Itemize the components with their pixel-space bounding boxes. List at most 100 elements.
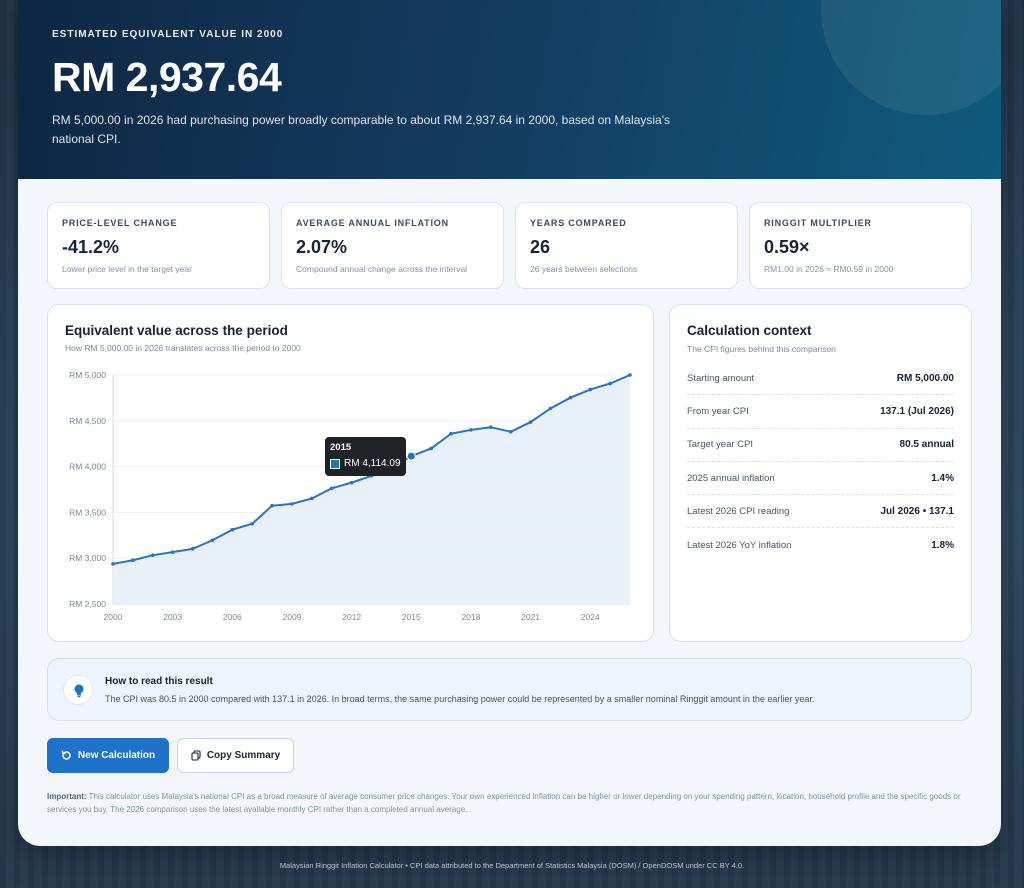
chart-tooltip: 2015 RM 4,114.09 xyxy=(325,437,406,476)
stat-sub: Lower price level in the target year xyxy=(62,264,192,274)
data-point xyxy=(568,395,573,400)
x-tick-label: 2024 xyxy=(581,612,600,622)
how-to-read-box: How to read this result The CPI was 80.5… xyxy=(47,658,972,721)
context-label: Latest 2026 CPI reading xyxy=(687,505,790,517)
data-point xyxy=(310,496,314,501)
context-label: Target year CPI xyxy=(687,439,753,451)
data-point xyxy=(290,502,294,506)
info-icon-circle xyxy=(63,675,93,705)
stat-value: 26 xyxy=(530,237,551,257)
data-point xyxy=(190,547,195,551)
y-tick-label: RM 3,500 xyxy=(69,507,106,517)
equivalent-value: RM 2,937.64 xyxy=(52,54,282,100)
context-label: Starting amount xyxy=(687,372,755,384)
data-point xyxy=(508,429,513,434)
tooltip-swatch xyxy=(330,458,340,469)
disclaimer-text: This calculator uses Malaysia's national… xyxy=(47,792,961,814)
data-point xyxy=(111,562,115,566)
disclaimer: Important: This calculator uses Malaysia… xyxy=(47,790,972,816)
context-row-latest-cpi: Latest 2026 CPI reading Jul 2026 • 137.1 xyxy=(687,495,954,529)
data-point xyxy=(250,521,254,526)
y-tick-label: RM 4,000 xyxy=(69,462,106,472)
stat-label: AVERAGE ANNUAL INFLATION xyxy=(296,218,449,228)
data-point xyxy=(210,538,215,543)
context-label: 2025 annual inflation xyxy=(687,472,775,484)
context-value: 1.8% xyxy=(931,539,954,551)
chart-title: Equivalent value across the period xyxy=(65,323,288,338)
footer-attribution: Malaysian Ringgit Inflation Calculator •… xyxy=(279,861,745,870)
stat-label: PRICE-LEVEL CHANGE xyxy=(62,218,178,228)
context-row-starting-amount: Starting amount RM 5,000.00 xyxy=(687,362,954,396)
stat-average-inflation: AVERAGE ANNUAL INFLATION 2.07% Compound … xyxy=(281,202,504,289)
x-tick-label: 2018 xyxy=(461,612,480,622)
x-tick-label: 2009 xyxy=(283,612,302,622)
data-point xyxy=(329,486,334,491)
info-text: The CPI was 80.5 in 2000 compared with 1… xyxy=(105,694,815,704)
new-calculation-button[interactable]: New Calculation xyxy=(47,738,169,773)
tooltip-year: 2015 xyxy=(330,442,352,453)
copy-summary-label: Copy Summary xyxy=(206,750,281,761)
data-point xyxy=(131,558,135,563)
data-point xyxy=(608,381,612,386)
y-tick-label: RM 3,000 xyxy=(69,553,106,563)
x-tick-label: 2012 xyxy=(342,612,361,622)
data-point xyxy=(170,550,175,554)
stat-value: -41.2% xyxy=(62,237,120,257)
y-tick-label: RM 4,500 xyxy=(69,416,106,426)
data-point xyxy=(270,503,274,508)
data-point xyxy=(528,420,533,424)
context-row-annual-inflation: 2025 annual inflation 1.4% xyxy=(687,462,954,496)
context-value: 137.1 (Jul 2026) xyxy=(880,405,954,417)
context-subtitle: The CPI figures behind this comparison xyxy=(687,344,836,354)
calculation-context-card: Calculation context The CPI figures behi… xyxy=(669,304,972,642)
context-label: Latest 2026 YoY inflation xyxy=(687,539,792,551)
stat-sub: 26 years between selections xyxy=(530,264,638,274)
copy-icon xyxy=(191,750,201,761)
y-tick-label: RM 5,000 xyxy=(69,370,106,380)
stat-years-compared: YEARS COMPARED 26 26 years between selec… xyxy=(515,202,738,289)
y-tick-label: RM 2,500 xyxy=(69,599,106,609)
context-title: Calculation context xyxy=(687,323,812,338)
data-point xyxy=(469,428,473,432)
new-calculation-label: New Calculation xyxy=(77,750,156,761)
stat-sub: RM1.00 in 2026 ≈ RM0.59 in 2000 xyxy=(764,264,894,274)
copy-summary-button[interactable]: Copy Summary xyxy=(177,738,294,773)
context-label: From year CPI xyxy=(687,405,749,417)
context-value: Jul 2026 • 137.1 xyxy=(880,505,954,517)
stat-value: 2.07% xyxy=(296,237,348,257)
x-tick-label: 2015 xyxy=(402,612,421,622)
data-point xyxy=(588,387,593,392)
data-point xyxy=(429,446,433,451)
chart-subtitle: How RM 5,000.00 in 2026 translates acros… xyxy=(65,343,301,353)
stat-sub: Compound annual change across the interv… xyxy=(296,264,468,274)
disclaimer-bold: Important: xyxy=(47,792,87,801)
hero-banner: ESTIMATED EQUIVALENT VALUE IN 2000 RM 2,… xyxy=(18,0,1001,179)
stat-label: RINGGIT MULTIPLIER xyxy=(764,218,872,228)
x-tick-label: 2000 xyxy=(104,612,123,622)
chart-card: RM 2,500 RM 3,000 RM 3,500 RM 4,000 RM 4,500… xyxy=(47,304,654,642)
x-tick-label: 2021 xyxy=(521,612,540,622)
context-row-target-cpi: Target year CPI 80.5 annual xyxy=(687,429,954,462)
stat-label: YEARS COMPARED xyxy=(530,218,627,228)
x-tick-label: 2006 xyxy=(223,612,242,622)
context-row-latest-yoy: Latest 2026 YoY inflation 1.8% xyxy=(687,528,954,561)
context-value: 1.4% xyxy=(931,472,954,484)
stat-value: 0.59× xyxy=(764,237,810,257)
result-card: ESTIMATED EQUIVALENT VALUE IN 2000 RM 2,… xyxy=(18,0,1001,846)
info-title: How to read this result xyxy=(105,676,213,687)
data-point xyxy=(349,480,354,485)
x-tick-label: 2003 xyxy=(163,612,182,622)
data-point xyxy=(489,425,493,430)
context-row-from-cpi: From year CPI 137.1 (Jul 2026) xyxy=(687,395,954,429)
lightbulb-icon xyxy=(74,684,84,698)
highlighted-point xyxy=(406,451,416,461)
refresh-icon xyxy=(61,750,72,761)
context-value: 80.5 annual xyxy=(899,439,954,451)
data-point xyxy=(449,431,453,436)
data-point xyxy=(548,406,553,411)
hero-description: RM 5,000.00 in 2026 had purchasing power… xyxy=(52,113,671,146)
data-point xyxy=(628,373,632,377)
data-point xyxy=(230,527,235,532)
stat-price-level-change: PRICE-LEVEL CHANGE -41.2% Lower price le… xyxy=(47,202,270,289)
series-area xyxy=(113,375,630,604)
